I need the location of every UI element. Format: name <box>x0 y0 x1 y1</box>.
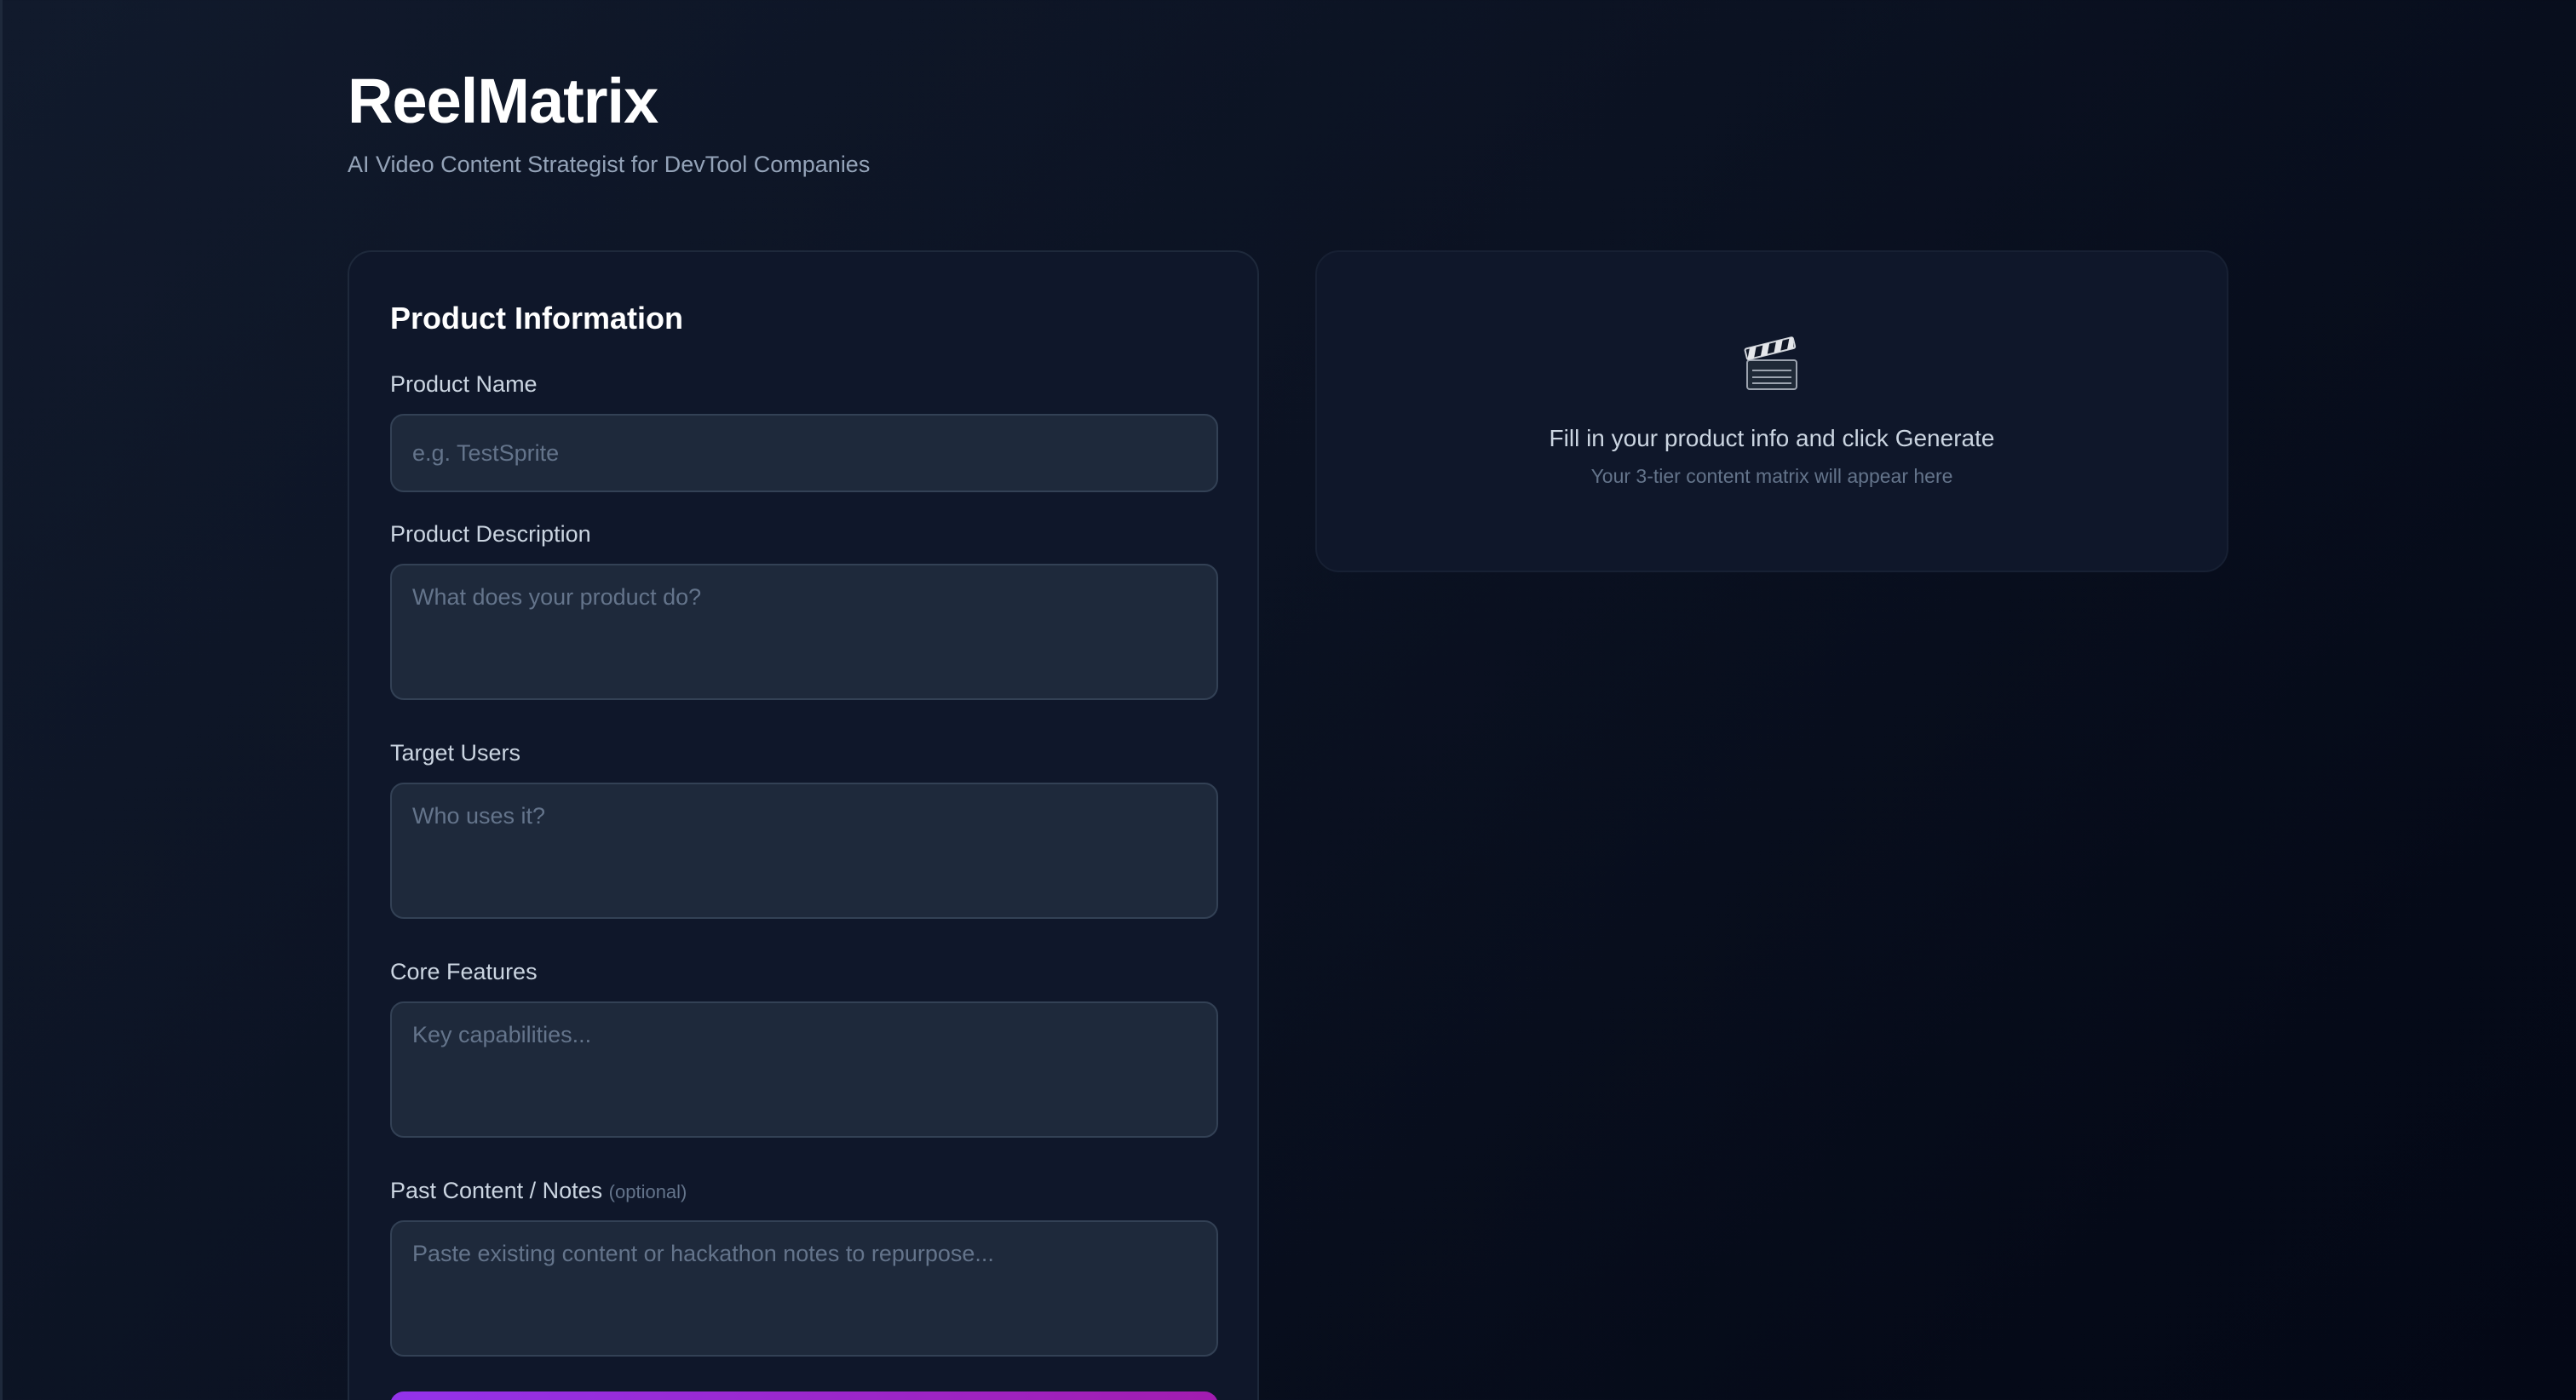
empty-state-title: Fill in your product info and click Gene… <box>1549 425 1995 451</box>
past-content-input[interactable] <box>390 1220 1218 1357</box>
core-features-label: Core Features <box>390 959 538 984</box>
form-title: Product Information <box>390 301 683 336</box>
clapper-board-icon <box>1317 330 2227 399</box>
app-subtitle: AI Video Content Strategist for DevTool … <box>348 152 871 177</box>
optional-tag: (optional) <box>608 1181 687 1202</box>
product-description-input[interactable] <box>390 564 1218 700</box>
past-content-label: Past Content / Notes (optional) <box>390 1176 687 1207</box>
generate-button[interactable] <box>390 1391 1218 1400</box>
product-name-input[interactable] <box>390 414 1218 492</box>
core-features-input[interactable] <box>390 1001 1218 1138</box>
app-title: ReelMatrix <box>348 66 658 136</box>
empty-state-subtitle: Your 3-tier content matrix will appear h… <box>1590 465 1953 487</box>
window-edge <box>0 0 3 1400</box>
product-form-card: Product Information Product Name Product… <box>348 250 1259 1400</box>
results-panel: Fill in your product info and click Gene… <box>1315 250 2228 572</box>
target-users-label: Target Users <box>390 740 521 766</box>
target-users-input[interactable] <box>390 783 1218 919</box>
past-content-label-text: Past Content / Notes <box>390 1178 603 1203</box>
product-description-label: Product Description <box>390 521 591 547</box>
product-name-label: Product Name <box>390 371 538 397</box>
